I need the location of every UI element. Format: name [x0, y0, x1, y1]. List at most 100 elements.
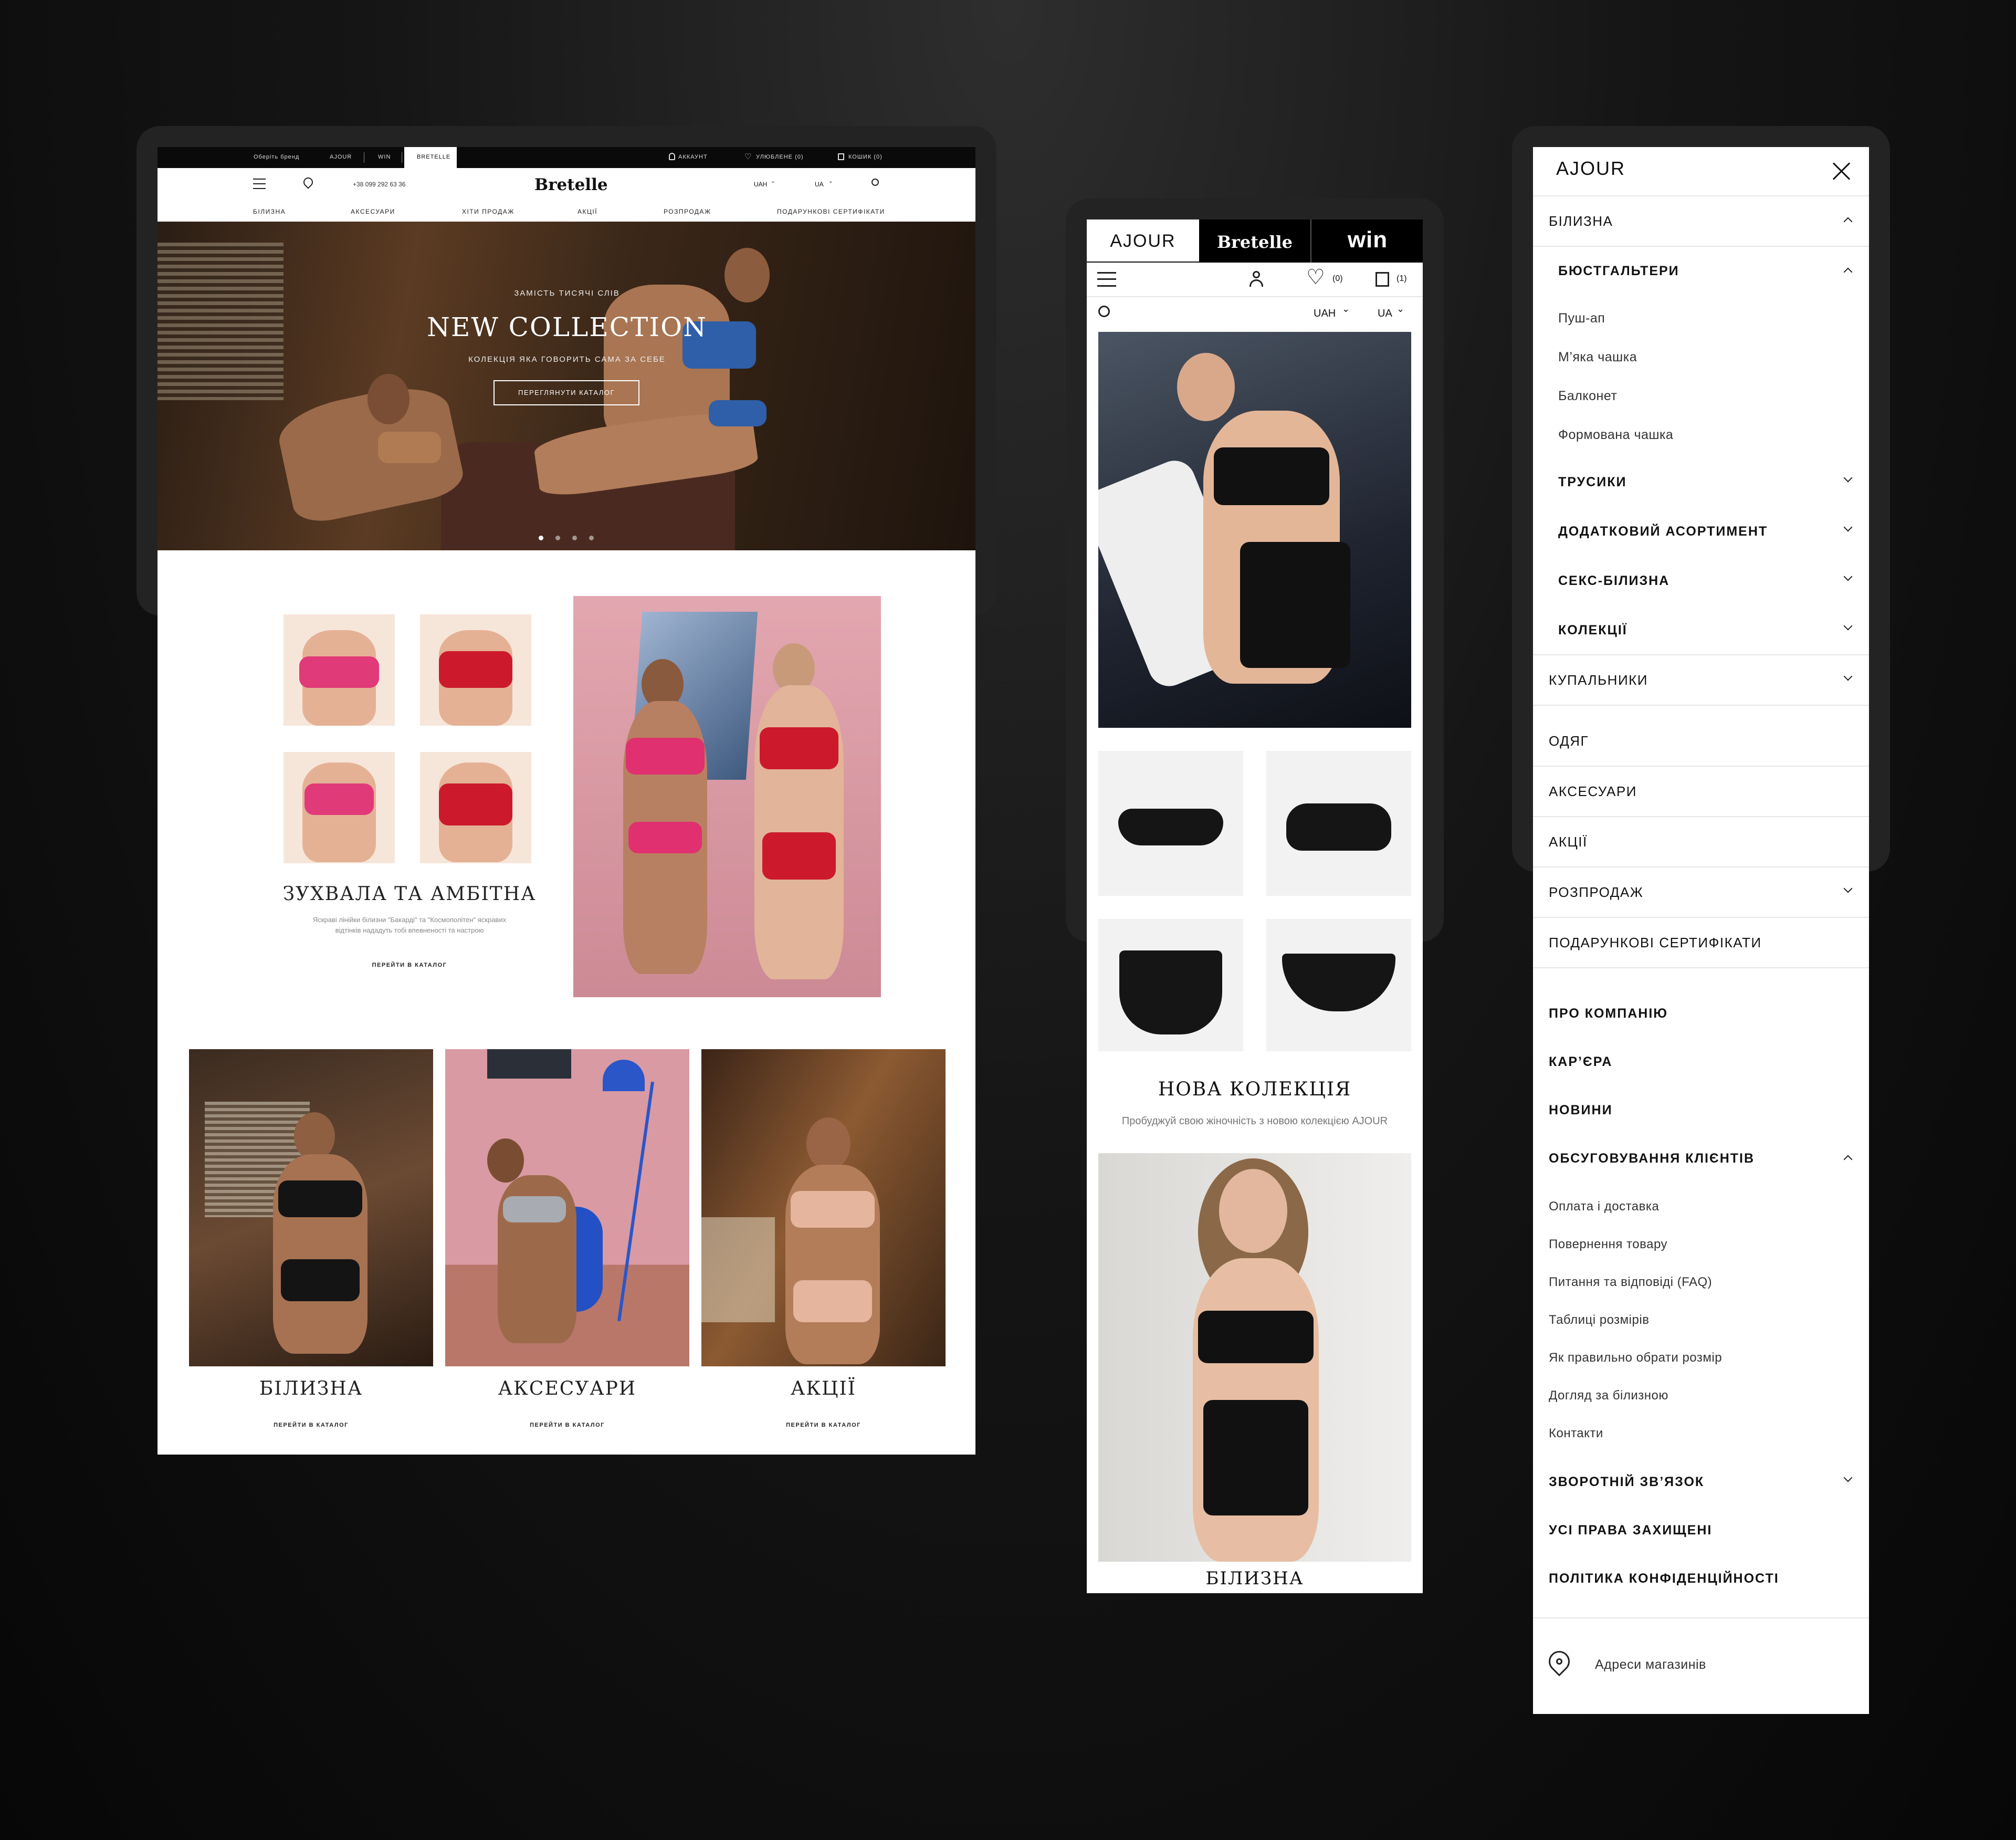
- slider-dot[interactable]: [589, 536, 594, 540]
- info-link-about[interactable]: ПРО КОМПАНІЮ: [1549, 1006, 1668, 1021]
- chevron-down-icon: ⌄: [1396, 304, 1405, 314]
- menu-item-clearance[interactable]: РОЗПРОДАЖ: [1533, 867, 1869, 918]
- category-photo-sales[interactable]: [701, 1049, 946, 1366]
- nav-item-gift-cards[interactable]: ПОДАРУНКОВІ СЕРТИФІКАТИ: [777, 208, 885, 215]
- product-tile-panties-2[interactable]: [1266, 919, 1411, 1051]
- currency-selector[interactable]: UAH: [754, 181, 767, 188]
- service-link-care[interactable]: Догляд за білизною: [1549, 1388, 1668, 1403]
- language-selector[interactable]: UA: [815, 181, 824, 188]
- heart-icon[interactable]: ♡: [744, 152, 752, 161]
- brand-tab-win[interactable]: win: [1310, 219, 1423, 263]
- language-selector[interactable]: UA: [1378, 308, 1392, 320]
- info-link-rights[interactable]: УСІ ПРАВА ЗАХИЩЕНІ: [1549, 1523, 1712, 1538]
- slider-dot[interactable]: [555, 536, 560, 540]
- promo-catalog-link[interactable]: ПЕРЕЙТИ В КАТАЛОГ: [252, 962, 567, 968]
- bra-type-soft-cup[interactable]: М’яка чашка: [1558, 350, 1637, 365]
- model-head: [806, 1117, 850, 1170]
- hero-cta-button[interactable]: ПЕРЕГЛЯНУТИ КАТАЛОГ: [494, 380, 639, 405]
- menu-item-lingerie[interactable]: БІЛИЗНА: [1533, 196, 1869, 247]
- currency-selector[interactable]: UAH: [1314, 308, 1336, 320]
- favorites-link[interactable]: УЛЮБЛЕНЕ (0): [756, 154, 804, 160]
- hamburger-icon[interactable]: [253, 179, 266, 189]
- menu-item-sales[interactable]: АКЦІЇ: [1533, 817, 1869, 867]
- menu-item-gift-cards[interactable]: ПОДАРУНКОВІ СЕРТИФІКАТИ: [1533, 918, 1869, 968]
- product-thumb-bra-pink-back[interactable]: [284, 614, 395, 726]
- product-tile-bra-1[interactable]: [1098, 751, 1243, 896]
- nav-item-bestsellers[interactable]: ХІТИ ПРОДАЖ: [462, 208, 514, 215]
- info-link-career[interactable]: КАР’ЄРА: [1549, 1054, 1612, 1070]
- brand-link-ajour[interactable]: AJOUR: [330, 154, 352, 160]
- brand-link-bretelle[interactable]: BRETELLE: [417, 154, 450, 160]
- slider-dot[interactable]: [572, 536, 577, 540]
- service-link-returns[interactable]: Повернення товару: [1549, 1237, 1667, 1252]
- submenu-extra-assortment[interactable]: ДОДАТКОВИЙ АСОРТИМЕНТ: [1533, 507, 1869, 557]
- high-waist-panties-black: [1203, 1400, 1308, 1515]
- menu-brand: AJOUR: [1556, 158, 1626, 179]
- product-thumb-panties-pink[interactable]: [284, 752, 395, 863]
- user-icon[interactable]: [1250, 271, 1263, 288]
- info-link-privacy[interactable]: ПОЛІТИКА КОНФІДЕНЦІЙНОСТІ: [1549, 1571, 1779, 1586]
- submenu-sexy-lingerie[interactable]: СЕКС-БІЛИЗНА: [1533, 557, 1869, 606]
- account-link[interactable]: АККАУНТ: [678, 154, 708, 160]
- service-link-contacts[interactable]: Контакти: [1549, 1426, 1603, 1441]
- brand-topbar: Оберіть бренд AJOUR WIN BRETELLE АККАУНТ…: [158, 147, 975, 168]
- hero-banner[interactable]: ЗАМІСТЬ ТИСЯЧІ СЛІВ NEW COLLECTION КОЛЕК…: [158, 222, 975, 550]
- mobile-hero-photo[interactable]: [1098, 332, 1411, 728]
- search-icon[interactable]: [1098, 306, 1110, 317]
- service-link-faq[interactable]: Питання та відповіді (FAQ): [1549, 1275, 1712, 1290]
- menu-item-clothing[interactable]: ОДЯГ: [1533, 706, 1869, 767]
- service-link-size-guide[interactable]: Як правильно обрати розмір: [1549, 1351, 1722, 1365]
- brand-link-win[interactable]: WIN: [378, 154, 391, 160]
- bag-icon[interactable]: [1376, 272, 1389, 287]
- service-link-payment[interactable]: Оплата і доставка: [1549, 1199, 1659, 1214]
- close-icon[interactable]: [1831, 161, 1852, 182]
- hamburger-icon[interactable]: [1097, 272, 1116, 287]
- info-link-feedback[interactable]: ЗВОРОТНІЙ ЗВ’ЯЗОК: [1549, 1475, 1704, 1490]
- bra-black: [1214, 447, 1329, 505]
- chevron-down-icon: [1843, 572, 1853, 581]
- category-link-lingerie[interactable]: ПЕРЕЙТИ В КАТАЛОГ: [189, 1422, 433, 1428]
- site-logo[interactable]: Bretelle: [534, 175, 608, 194]
- promo-text-line-2: відтінків нададуть тобі впевненості та н…: [335, 926, 484, 934]
- submenu-panties[interactable]: ТРУСИКИ: [1533, 458, 1869, 507]
- phone-number[interactable]: +38 099 292 63 36: [353, 181, 405, 188]
- location-pin-icon[interactable]: [301, 175, 315, 189]
- heart-icon[interactable]: ♡: [1306, 267, 1325, 288]
- category-photo-lingerie[interactable]: [189, 1049, 433, 1366]
- info-link-news[interactable]: НОВИНИ: [1549, 1103, 1613, 1118]
- store-addresses-link[interactable]: Адреси магазинів: [1533, 1618, 1869, 1713]
- nav-item-lingerie[interactable]: БІЛИЗНА: [253, 208, 286, 215]
- product-tile-bra-2[interactable]: [1266, 751, 1411, 896]
- cart-link[interactable]: КОШИК (0): [848, 154, 883, 160]
- menu-item-label: ПОДАРУНКОВІ СЕРТИФІКАТИ: [1549, 935, 1762, 950]
- high-waist-panties-black: [1240, 542, 1350, 668]
- mobile-category-photo[interactable]: [1098, 1153, 1411, 1562]
- info-link-customer-service[interactable]: ОБСУГОВУВАННЯ КЛІЄНТІВ: [1549, 1151, 1755, 1166]
- bra-type-balconette[interactable]: Балконет: [1558, 389, 1617, 404]
- bag-icon[interactable]: [838, 153, 844, 160]
- nav-item-clearance[interactable]: РОЗПРОДАЖ: [664, 208, 711, 215]
- product-thumb-bra-red-lace[interactable]: [420, 614, 531, 726]
- bra-type-push-up[interactable]: Пуш-ап: [1558, 311, 1605, 326]
- nav-item-sales[interactable]: АКЦІЇ: [578, 208, 597, 215]
- nav-item-accessories[interactable]: АКСЕСУАРИ: [351, 208, 395, 215]
- slider-dot-active[interactable]: [539, 536, 543, 540]
- category-link-accessories[interactable]: ПЕРЕЙТИ В КАТАЛОГ: [445, 1422, 689, 1428]
- brand-tab-bretelle[interactable]: Bretelle: [1199, 219, 1310, 263]
- panties-black: [281, 1259, 360, 1301]
- category-link-sales[interactable]: ПЕРЕЙТИ В КАТАЛОГ: [701, 1422, 946, 1428]
- promo-photo[interactable]: [573, 596, 881, 997]
- submenu-bras[interactable]: БЮСТГАЛЬТЕРИ: [1533, 247, 1869, 297]
- menu-item-swimwear[interactable]: КУПАЛЬНИКИ: [1533, 655, 1869, 706]
- submenu-collections[interactable]: КОЛЕКЦІЇ: [1533, 606, 1869, 655]
- bra-type-moulded-cup[interactable]: Формована чашка: [1558, 427, 1673, 443]
- brand-tab-ajour[interactable]: AJOUR: [1087, 219, 1199, 263]
- search-icon[interactable]: [872, 179, 879, 186]
- product-tile-panties-1[interactable]: [1098, 919, 1243, 1051]
- user-icon[interactable]: [669, 153, 675, 160]
- category-photo-accessories[interactable]: [445, 1049, 689, 1366]
- product-thumb-panties-red[interactable]: [420, 752, 531, 863]
- service-link-size-charts[interactable]: Таблиці розмірів: [1549, 1313, 1649, 1327]
- menu-item-accessories[interactable]: АКСЕСУАРИ: [1533, 767, 1869, 817]
- panties-nude: [793, 1280, 872, 1322]
